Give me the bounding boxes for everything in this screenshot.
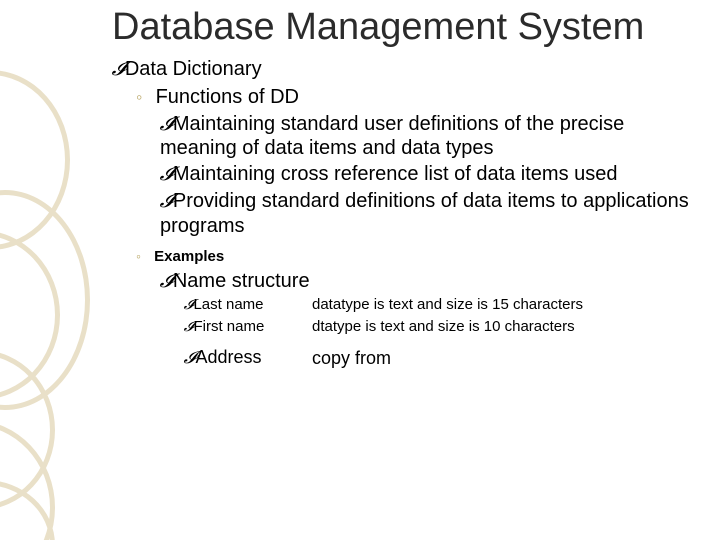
value: dtatype is text and size is 10 character… (312, 317, 702, 337)
bullet-fn-1: 𝓘Maintaining standard user definitions o… (112, 112, 702, 161)
open-bullet-icon: ◦ (136, 250, 150, 266)
swirl-icon: 𝓘 (184, 348, 194, 368)
label: Address (196, 347, 262, 367)
open-bullet-icon: ◦ (136, 86, 150, 109)
bullet-functions-of-dd: ◦ Functions of DD (112, 85, 702, 110)
examples-section: ◦ Examples 𝓘Name structure 𝓘Last name da… (112, 248, 702, 369)
text: Functions of DD (156, 86, 299, 108)
swirl-icon: 𝓘 (184, 319, 192, 337)
swirl-icon: 𝓘 (111, 58, 123, 83)
decorative-ovals (0, 0, 90, 540)
label: Last name (193, 296, 263, 313)
slide-title: Database Management System (112, 8, 702, 48)
row-address: 𝓘Address copy from (112, 347, 702, 369)
swirl-icon: 𝓘 (159, 164, 171, 187)
slide-content: Database Management System 𝓘Data Diction… (112, 8, 702, 540)
slide-body: 𝓘Data Dictionary ◦ Functions of DD 𝓘Main… (112, 56, 702, 369)
row-first-name: 𝓘First name dtatype is text and size is … (112, 317, 702, 337)
bullet-examples: ◦ Examples (112, 248, 702, 266)
value: copy from (312, 347, 702, 369)
text: Providing standard definitions of data i… (160, 190, 689, 237)
bullet-data-dictionary: 𝓘Data Dictionary (112, 56, 702, 83)
text: Name structure (173, 270, 310, 292)
swirl-icon: 𝓘 (184, 297, 192, 315)
bullet-fn-2: 𝓘Maintaining cross reference list of dat… (112, 162, 702, 187)
text: Maintaining standard user definitions of… (160, 113, 624, 160)
label: First name (193, 318, 264, 335)
swirl-icon: 𝓘 (159, 271, 171, 293)
swirl-icon: 𝓘 (159, 114, 171, 137)
text: Data Dictionary (125, 58, 262, 80)
slide: Database Management System 𝓘Data Diction… (0, 0, 720, 540)
bullet-name-structure: 𝓘Name structure (112, 270, 702, 293)
value: datatype is text and size is 15 characte… (312, 295, 702, 315)
bullet-fn-3: 𝓘Providing standard definitions of data … (112, 189, 702, 238)
text: Examples (154, 248, 224, 265)
row-last-name: 𝓘Last name datatype is text and size is … (112, 295, 702, 315)
swirl-icon: 𝓘 (159, 191, 171, 214)
text: Maintaining cross reference list of data… (173, 163, 618, 185)
